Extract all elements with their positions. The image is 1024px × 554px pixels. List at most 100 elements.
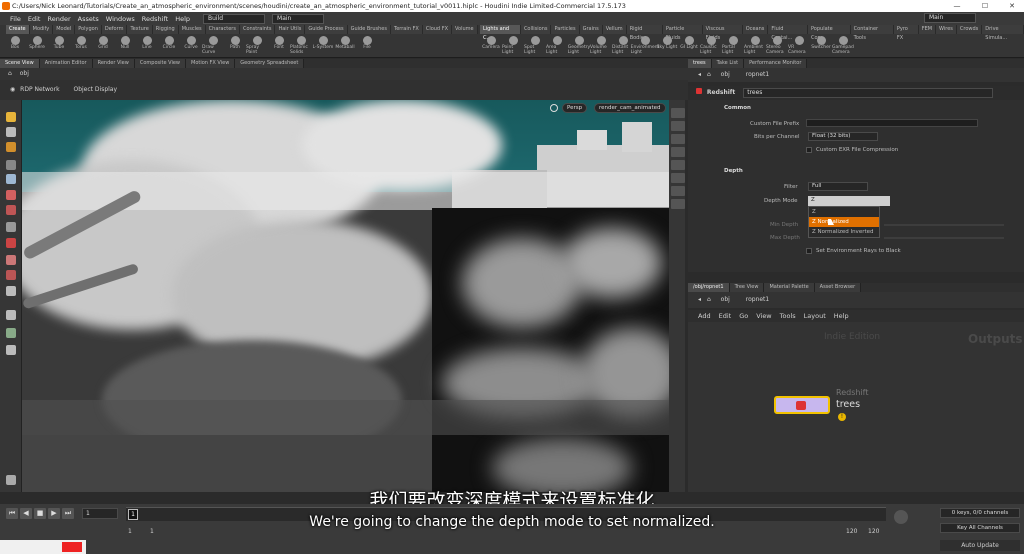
network-menu-add[interactable]: Add xyxy=(698,310,711,322)
snap-grid-icon[interactable] xyxy=(6,270,16,280)
tab-tree-view[interactable]: Tree View xyxy=(729,283,765,292)
shelf-tab-viscous-fluids[interactable]: Viscous Fluids xyxy=(702,25,743,41)
shelf-tool-spot-light[interactable]: Spot Light xyxy=(524,35,546,57)
min-depth-slider[interactable] xyxy=(884,224,1004,226)
network-editor[interactable]: Indie Edition Outputs Redshift trees ! xyxy=(688,322,1024,492)
shelf-tab-polygon[interactable]: Polygon xyxy=(75,25,102,34)
menu-file[interactable]: File xyxy=(10,15,21,23)
filter-select[interactable]: Full xyxy=(808,182,868,191)
dropdown-option-z-normalized[interactable]: Z Normalized xyxy=(809,217,879,227)
shelf-tool-torus[interactable]: Torus xyxy=(70,35,92,57)
shelf-tab-guide-process[interactable]: Guide Process xyxy=(305,25,348,34)
shelf-tool-sphere[interactable]: Sphere xyxy=(26,35,48,57)
tab-performance-monitor[interactable]: Performance Monitor xyxy=(744,59,808,68)
handle-icon[interactable] xyxy=(6,174,16,184)
shelf-tab-hair-utils[interactable]: Hair Utils xyxy=(275,25,306,34)
shelf-tool-portal-light[interactable]: Portal Light xyxy=(722,35,744,57)
shelf-tool-geometry-light[interactable]: Geometry Light xyxy=(568,35,590,57)
custom-file-prefix-input[interactable] xyxy=(806,119,978,127)
render-label[interactable]: RDP Network xyxy=(20,86,59,93)
shelf-tab-populate-con[interactable]: Populate Con... xyxy=(807,25,851,41)
network-menu-view[interactable]: View xyxy=(756,310,771,322)
menu-edit[interactable]: Edit xyxy=(28,15,41,23)
shelf-tab-texture[interactable]: Texture xyxy=(127,25,153,34)
display-option-icon[interactable] xyxy=(671,147,685,157)
network-menu-tools[interactable]: Tools xyxy=(780,310,796,322)
shelf-tab-constraints[interactable]: Constraints xyxy=(239,25,276,34)
shelf-tab-pyro-fx[interactable]: Pyro FX xyxy=(893,25,919,41)
shelf-tab-particle-fluids[interactable]: Particle Fluids xyxy=(662,25,703,41)
shelf-tab-create[interactable]: Create xyxy=(6,25,30,34)
node-name-label[interactable]: trees xyxy=(836,399,860,410)
shelf-tab-vellum[interactable]: Vellum xyxy=(602,25,627,34)
shelf-tool-ambient-light[interactable]: Ambient Light xyxy=(744,35,766,57)
display-option-icon[interactable] xyxy=(671,186,685,196)
persp-button[interactable]: Persp xyxy=(562,103,588,113)
shelf-tool-gi-light[interactable]: GI Light xyxy=(678,35,700,57)
menu-assets[interactable]: Assets xyxy=(78,15,99,23)
shelf-tool-camera[interactable]: Camera xyxy=(480,35,502,57)
back-icon[interactable]: ◂ xyxy=(698,296,701,303)
network-path-node[interactable]: ropnet1 xyxy=(746,296,769,303)
shelf-tab-terrain-fx[interactable]: Terrain FX xyxy=(391,25,423,34)
shelf-tool-curve[interactable]: Curve xyxy=(180,35,202,57)
tab-asset-browser[interactable]: Asset Browser xyxy=(814,283,862,292)
shelf-tab-oceans[interactable]: Oceans xyxy=(742,25,769,34)
tab-take-list[interactable]: Take List xyxy=(711,59,745,68)
shelf-tool-font[interactable]: Font xyxy=(268,35,290,57)
shelf-tab-fem[interactable]: FEM xyxy=(918,25,937,34)
menu-windows[interactable]: Windows xyxy=(106,15,135,23)
warning-icon[interactable]: ! xyxy=(838,413,846,421)
home-icon[interactable]: ⌂ xyxy=(707,71,711,78)
right-shelf-set-select[interactable]: Main xyxy=(924,13,976,23)
shelf-tool-circle[interactable]: Circle xyxy=(158,35,180,57)
tab-material-palette[interactable]: Material Palette xyxy=(764,283,815,292)
shelf-tool-point-light[interactable]: Point Light xyxy=(502,35,524,57)
select-icon[interactable] xyxy=(6,112,16,122)
shelf-tab-model[interactable]: Model xyxy=(53,25,76,34)
network-menu-layout[interactable]: Layout xyxy=(804,310,826,322)
move-icon[interactable] xyxy=(6,127,16,137)
home-icon[interactable]: ⌂ xyxy=(707,296,711,303)
auto-update-button[interactable]: Auto Update xyxy=(940,540,1020,551)
display-option-icon[interactable] xyxy=(671,173,685,183)
shelf-tool-volume-light[interactable]: Volume Light xyxy=(590,35,612,57)
shelf-tab-guide-brushes[interactable]: Guide Brushes xyxy=(347,25,391,34)
depth-mode-select[interactable]: Z xyxy=(808,196,890,206)
shelf-tab-rigid-bodies[interactable]: Rigid Bodies xyxy=(626,25,663,41)
minimize-button[interactable]: — xyxy=(946,0,968,12)
scene-viewport[interactable]: Persp render_cam_animated xyxy=(22,100,669,492)
network-menu-edit[interactable]: Edit xyxy=(719,310,732,322)
tab-motion-fx-view[interactable]: Motion FX View xyxy=(186,59,236,68)
snap-icon[interactable] xyxy=(6,238,16,248)
shelf-tab-collisions[interactable]: Collisions xyxy=(520,25,552,34)
tab-obj-ropnet1[interactable]: /obj/ropnet1 xyxy=(688,283,730,292)
shelf-tab-modify[interactable]: Modify xyxy=(29,25,54,34)
magnet-icon[interactable] xyxy=(6,255,16,265)
shelf-tab-crowds[interactable]: Crowds xyxy=(956,25,983,34)
snap-point-icon[interactable] xyxy=(6,286,16,296)
shelf-tool-draw-curve[interactable]: Draw Curve xyxy=(202,35,224,57)
shelf-tool-l-system[interactable]: L-System xyxy=(312,35,334,57)
param-node-name[interactable]: trees xyxy=(743,88,994,98)
shelf-tool-caustic-light[interactable]: Caustic Light xyxy=(700,35,722,57)
shelf-tool-spray-paint[interactable]: Spray Paint xyxy=(246,35,268,57)
network-menu-help[interactable]: Help xyxy=(834,310,849,322)
shelf-tab-volume[interactable]: Volume xyxy=(452,25,478,34)
shelf-tab-muscles[interactable]: Muscles xyxy=(178,25,206,34)
shelf-set-select[interactable]: Main xyxy=(272,13,325,24)
dropdown-option-z-normalized-inverted[interactable]: Z Normalized Inverted xyxy=(809,227,879,237)
param-path-obj[interactable]: obj xyxy=(721,71,730,78)
camera-icon[interactable] xyxy=(6,345,16,355)
tab-composite-view[interactable]: Composite View xyxy=(134,59,186,68)
shelf-tab-container-tools[interactable]: Container Tools xyxy=(850,25,894,41)
shelf-tool-stereo-camera[interactable]: Stereo Camera xyxy=(766,35,788,57)
tab-render-view[interactable]: Render View xyxy=(92,59,135,68)
shelf-tool-vr-camera[interactable]: VR Camera xyxy=(788,35,810,57)
section-depth[interactable]: Depth xyxy=(724,168,743,174)
shelf-tool-metaball[interactable]: Metaball xyxy=(334,35,356,57)
brush-icon[interactable] xyxy=(6,205,16,215)
camera-button[interactable]: render_cam_animated xyxy=(594,103,666,113)
shelf-tool-line[interactable]: Line xyxy=(136,35,158,57)
shelf-tool-file[interactable]: File xyxy=(356,35,378,57)
